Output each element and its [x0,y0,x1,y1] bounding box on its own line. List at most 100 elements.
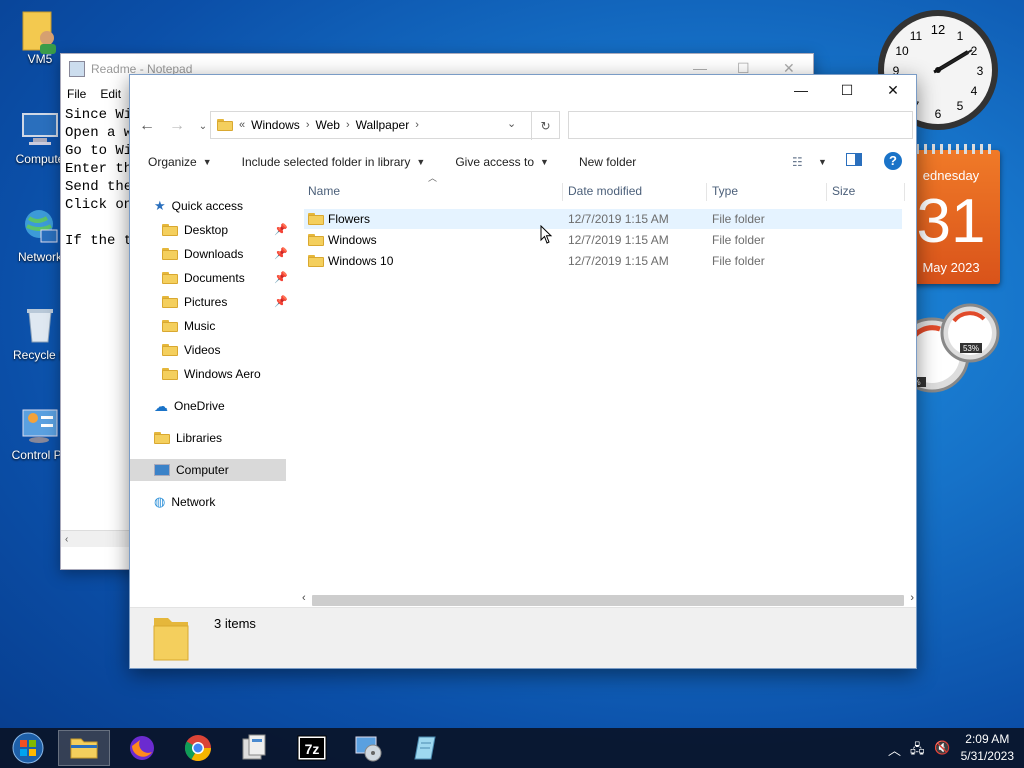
breadcrumb-chevron-icon[interactable]: › [415,119,419,131]
nav-item-music[interactable]: Music [162,315,215,337]
network-globe-icon: ◍ [154,494,166,509]
file-type: File folder [712,212,765,226]
recycle-bin-icon [19,304,61,346]
forward-arrow-icon[interactable]: → [166,115,188,137]
close-button[interactable]: ✕ [870,75,916,105]
taskbar-clock[interactable]: 2:09 AM 5/31/2023 [961,731,1014,765]
organize-menu[interactable]: Organize ▼ [148,155,212,169]
address-dropdown-chevron-icon[interactable]: ⌄ [507,117,516,130]
taskbar-file-explorer[interactable] [58,730,110,766]
svg-text:7z: 7z [305,741,320,757]
file-name: Windows 10 [328,254,394,268]
mouse-cursor-icon [540,225,553,244]
address-bar[interactable]: « Windows › Web › Wallpaper › ⌄ ↻ [210,111,560,140]
preview-pane-icon[interactable] [846,153,862,166]
nav-item-documents[interactable]: Documents [162,267,245,289]
address-overflow[interactable]: « [239,119,245,131]
menu-edit[interactable]: Edit [100,87,121,101]
breadcrumb-web[interactable]: Web [315,118,339,132]
scroll-left-arrow-icon[interactable]: ‹ [65,534,68,545]
pin-icon[interactable]: 📌 [274,247,288,260]
search-input[interactable] [568,111,913,139]
breadcrumb-windows[interactable]: Windows [251,118,300,132]
show-hidden-icons-chevron-icon[interactable]: ︿ [888,740,901,759]
volume-muted-icon[interactable]: 🔇 [934,740,950,756]
folder-icon [308,234,324,246]
file-explorer-window[interactable]: — ☐ ✕ ← → ⌄ « Windows › Web › Wallpaper … [129,74,917,669]
nav-label: Desktop [184,223,229,237]
folder-icon [217,119,233,131]
file-name: Flowers [328,212,371,226]
menu-file[interactable]: File [67,87,86,101]
scroll-left-arrow-icon[interactable]: ‹ [302,592,306,604]
7zip-icon: 7z [297,735,327,761]
taskbar-notepad[interactable] [400,730,452,766]
taskbar-7zip[interactable]: 7z [286,730,338,766]
taskbar-chrome[interactable] [172,730,224,766]
nav-item-pictures[interactable]: Pictures [162,291,227,313]
column-divider[interactable] [706,183,707,201]
taskbar-firefox[interactable] [116,730,168,766]
item-count: 3 items [214,616,256,631]
refresh-icon[interactable]: ↻ [531,112,559,140]
change-view-icon[interactable]: ☷ [792,155,803,169]
scroll-right-arrow-icon[interactable]: › [910,592,914,604]
nav-label: OneDrive [174,399,225,413]
minimize-button[interactable]: — [778,75,824,105]
scrollbar-thumb[interactable] [312,595,904,606]
file-date: 12/7/2019 1:15 AM [568,233,669,247]
help-icon[interactable]: ? [884,152,902,170]
explorer-titlebar[interactable]: — ☐ ✕ [130,75,916,105]
nav-item-videos[interactable]: Videos [162,339,220,361]
breadcrumb-chevron-icon[interactable]: › [306,119,310,131]
nav-label: Documents [184,271,245,285]
back-arrow-icon[interactable]: ← [136,115,158,137]
svg-text:1: 1 [957,29,964,43]
include-in-library-menu[interactable]: Include selected folder in library ▼ [242,155,426,169]
column-divider[interactable] [826,183,827,201]
pin-icon[interactable]: 📌 [274,295,288,308]
nav-item-desktop[interactable]: Desktop [162,219,228,241]
breadcrumb-wallpaper[interactable]: Wallpaper [356,118,410,132]
nav-item-downloads[interactable]: Downloads [162,243,243,265]
column-header-type[interactable]: Type [712,179,738,203]
notepad-horizontal-scrollbar[interactable]: ‹ [61,530,131,547]
nav-label: Computer [176,463,229,477]
file-row-windows-10[interactable]: Windows 10 12/7/2019 1:15 AM File folder [304,251,902,271]
breadcrumb-chevron-icon[interactable]: › [346,119,350,131]
nav-onedrive[interactable]: ☁ OneDrive [154,395,225,417]
maximize-button[interactable]: ☐ [824,75,870,105]
column-divider[interactable] [904,183,905,201]
pin-icon[interactable]: 📌 [274,223,288,236]
taskbar-control-panel[interactable] [228,730,280,766]
new-folder-button[interactable]: New folder [579,155,636,169]
nav-item-windows-aero[interactable]: Windows Aero [162,363,261,385]
nav-label: Downloads [184,247,244,261]
globe-network-icon [19,206,61,248]
dropdown-caret-icon: ▼ [540,157,549,167]
pin-icon[interactable]: 📌 [274,271,288,284]
start-button[interactable] [2,730,54,766]
view-dropdown-caret-icon[interactable]: ▼ [818,157,827,167]
column-divider[interactable] [562,183,563,201]
svg-text:53%: 53% [963,344,979,353]
network-tray-icon[interactable]: 🖧 [910,740,925,762]
nav-network[interactable]: ◍ Network [154,491,215,513]
dropdown-caret-icon: ▼ [202,157,212,167]
sort-ascending-icon: ︿ [428,173,438,183]
navigation-pane: ★ Quick access Desktop 📌 Downloads 📌 Doc… [130,191,290,608]
file-row-windows[interactable]: Windows 12/7/2019 1:15 AM File folder [304,230,902,250]
give-access-label: Give access to [455,155,535,169]
column-header-size[interactable]: Size [832,179,855,203]
give-access-menu[interactable]: Give access to ▼ [455,155,549,169]
file-row-flowers[interactable]: Flowers 12/7/2019 1:15 AM File folder [304,209,902,229]
column-header-date-modified[interactable]: Date modified [568,179,642,203]
taskbar-disk-tool[interactable] [342,730,394,766]
notepad-icon [414,736,436,760]
column-header-name[interactable]: Name [308,179,340,203]
nav-libraries[interactable]: Libraries [154,427,222,449]
horizontal-scrollbar[interactable]: ‹ › [300,592,916,608]
nav-computer[interactable]: Computer [130,459,286,481]
file-explorer-icon [70,738,98,759]
nav-quick-access[interactable]: ★ Quick access [154,195,243,217]
